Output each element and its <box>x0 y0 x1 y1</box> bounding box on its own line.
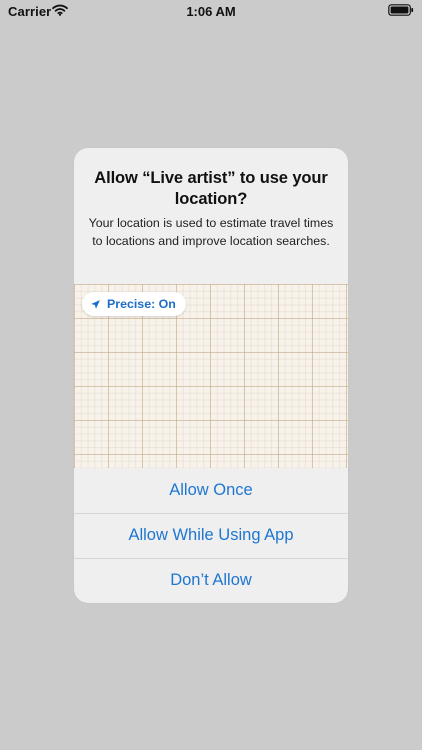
alert-actions: Allow Once Allow While Using App Don’t A… <box>74 468 348 603</box>
location-arrow-icon <box>91 299 100 309</box>
wifi-icon <box>52 4 68 16</box>
location-permission-alert: Allow “Live artist” to use your location… <box>74 148 348 603</box>
precise-location-toggle[interactable]: Precise: On <box>82 292 186 316</box>
allow-while-using-app-button[interactable]: Allow While Using App <box>74 513 348 558</box>
precise-location-label: Precise: On <box>107 297 176 311</box>
status-time: 1:06 AM <box>186 4 236 19</box>
battery-icon <box>388 4 414 16</box>
location-map-preview: Precise: On <box>74 284 348 468</box>
dont-allow-button[interactable]: Don’t Allow <box>74 558 348 603</box>
alert-title: Allow “Live artist” to use your location… <box>94 169 328 208</box>
status-bar: Carrier 1:06 AM <box>0 0 422 24</box>
allow-once-button[interactable]: Allow Once <box>74 468 348 513</box>
alert-message: Your location is used to estimate travel… <box>88 216 334 248</box>
carrier-label: Carrier <box>8 4 52 19</box>
